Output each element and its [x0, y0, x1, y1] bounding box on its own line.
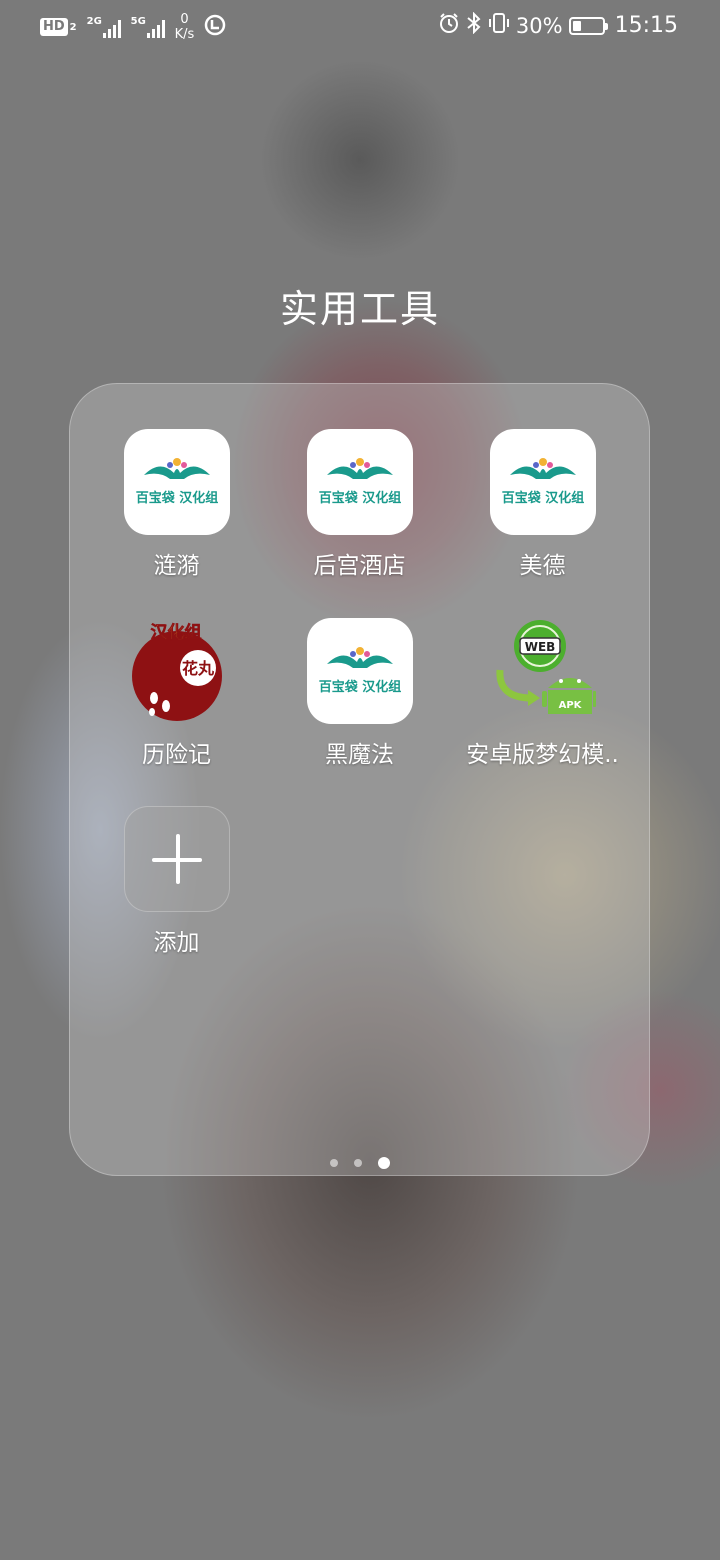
page-indicator	[330, 1157, 390, 1169]
app-lianyi[interactable]: 百宝袋 汉化组 涟漪	[85, 429, 268, 580]
folder-panel: 百宝袋 汉化组 涟漪 百宝袋 汉化组 后宫酒店 百宝袋 汉化组 美德 花丸 汉化…	[69, 383, 650, 1176]
folder-title[interactable]: 实用工具	[0, 278, 720, 333]
add-label: 添加	[153, 930, 200, 956]
baibaodai-logo-icon: 百宝袋 汉化组	[306, 429, 413, 535]
bluetooth-icon	[466, 11, 482, 39]
app-label: 美德	[519, 553, 566, 579]
battery-icon	[568, 16, 608, 35]
network-speed-unit: K/s	[174, 27, 195, 42]
battery-percent: 30%	[515, 13, 563, 38]
data-saver-icon	[204, 14, 226, 40]
app-hougong-hotel[interactable]: 百宝袋 汉化组 后宫酒店	[268, 429, 451, 580]
app-label: 历险记	[142, 742, 211, 768]
vibrate-icon	[488, 12, 510, 39]
hd-voice-icon: HD	[40, 18, 68, 36]
svg-text:汉化组: 汉化组	[150, 622, 201, 643]
app-label: 后宫酒店	[313, 553, 406, 579]
svg-text:百宝袋 汉化组: 百宝袋 汉化组	[318, 679, 401, 695]
hd-voice-sim-number: 2	[69, 21, 77, 33]
network-speed-value: 0	[180, 12, 189, 27]
svg-text:花丸: 花丸	[181, 659, 214, 678]
page-dot[interactable]	[330, 1159, 338, 1167]
signal-5g-icon: 5G	[131, 16, 165, 38]
add-app-button[interactable]: 添加	[85, 806, 268, 957]
baibaodai-logo-icon: 百宝袋 汉化组	[306, 618, 413, 724]
status-bar: HD 2 2G 5G 0 K/s 30% 15:15	[0, 0, 720, 56]
baibaodai-logo-icon: 百宝袋 汉化组	[123, 429, 230, 535]
app-label: 安卓版梦幻模..	[466, 742, 619, 768]
svg-text:WEB: WEB	[524, 640, 555, 654]
app-black-magic[interactable]: 百宝袋 汉化组 黑魔法	[268, 618, 451, 769]
app-lixianji[interactable]: 花丸 汉化组 历险记	[85, 618, 268, 769]
baibaodai-logo-icon: 百宝袋 汉化组	[489, 429, 596, 535]
app-label: 涟漪	[153, 553, 200, 579]
svg-text:百宝袋 汉化组: 百宝袋 汉化组	[501, 490, 584, 506]
alarm-icon	[438, 12, 460, 39]
app-android-dream-simulator[interactable]: WEB APK 安卓版梦幻模..	[451, 618, 634, 769]
page-dot-active[interactable]	[378, 1157, 390, 1169]
web-to-apk-icon: WEB APK	[490, 618, 596, 724]
svg-text:百宝袋 汉化组: 百宝袋 汉化组	[135, 490, 218, 506]
app-meide[interactable]: 百宝袋 汉化组 美德	[451, 429, 634, 580]
plus-icon	[123, 806, 230, 912]
clock: 15:15	[614, 13, 678, 38]
network-speed: 0 K/s	[175, 12, 195, 42]
page-dot[interactable]	[354, 1159, 362, 1167]
svg-text:百宝袋 汉化组: 百宝袋 汉化组	[318, 490, 401, 506]
red-seal-logo-icon: 花丸 汉化组	[124, 618, 230, 724]
app-label: 黑魔法	[325, 742, 394, 768]
svg-text:APK: APK	[558, 700, 582, 711]
signal-2g-icon: 2G	[87, 16, 121, 38]
